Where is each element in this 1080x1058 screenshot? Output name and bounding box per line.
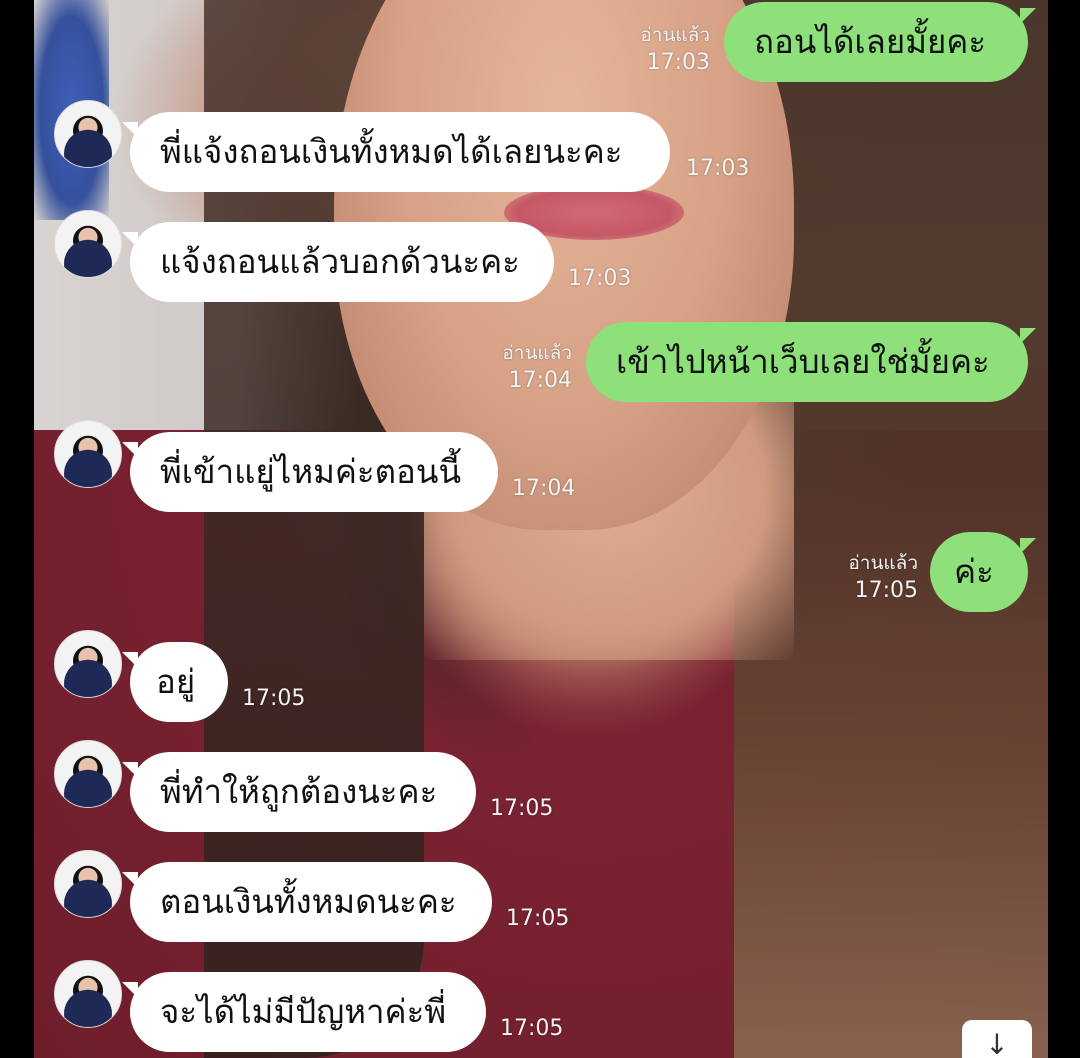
right-black-bar [1048, 0, 1080, 1058]
message-bubble-incoming[interactable]: อยู่ [122, 642, 228, 722]
left-black-bar [0, 0, 34, 1058]
read-receipt: อ่านแล้ว 17:05 [848, 552, 918, 603]
message-bubble-outgoing[interactable]: ถอนได้เลยมั้ยคะ [724, 2, 1036, 82]
contact-avatar[interactable] [54, 210, 122, 278]
message-bubble-incoming[interactable]: พี่ทำให้ถูกต้องนะคะ [122, 752, 476, 832]
message-time: 17:03 [686, 156, 750, 181]
contact-avatar[interactable] [54, 850, 122, 918]
message-bubble-incoming[interactable]: ตอนเงินทั้งหมดนะคะ [122, 862, 492, 942]
message-bubble-incoming[interactable]: พี่เข้าแยู่ไหมค่ะตอนนี้ [122, 432, 498, 512]
contact-avatar[interactable] [54, 100, 122, 168]
message-time: 17:04 [512, 476, 576, 501]
contact-avatar[interactable] [54, 420, 122, 488]
message-time: 17:05 [500, 1016, 564, 1041]
contact-avatar[interactable] [54, 740, 122, 808]
message-bubble-incoming[interactable]: พี่แจ้งถอนเงินทั้งหมดได้เลยนะคะ [122, 112, 670, 192]
message-bubble-outgoing[interactable]: ค่ะ [930, 532, 1036, 612]
contact-avatar[interactable] [54, 630, 122, 698]
chat-screen: อ่านแล้ว 17:03 ถอนได้เลยมั้ยคะ พี่แจ้งถอ… [0, 0, 1080, 1058]
message-bubble-incoming[interactable]: จะได้ไม่มีปัญหาค่ะพี่ [122, 972, 486, 1052]
read-receipt: อ่านแล้ว 17:04 [502, 342, 572, 393]
message-time: 17:05 [490, 796, 554, 821]
message-bubble-incoming[interactable]: แจ้งถอนแล้วบอกด้วนะคะ [122, 222, 554, 302]
message-time: 17:03 [568, 266, 632, 291]
message-time: 17:05 [506, 906, 570, 931]
read-receipt: อ่านแล้ว 17:03 [640, 24, 710, 75]
scroll-to-bottom-button[interactable]: ↓ [962, 1020, 1032, 1058]
message-bubble-outgoing[interactable]: เข้าไปหน้าเว็บเลยใช่มั้ยคะ [586, 322, 1036, 402]
message-time: 17:05 [242, 686, 306, 711]
arrow-down-icon: ↓ [985, 1028, 1009, 1058]
contact-avatar[interactable] [54, 960, 122, 1028]
